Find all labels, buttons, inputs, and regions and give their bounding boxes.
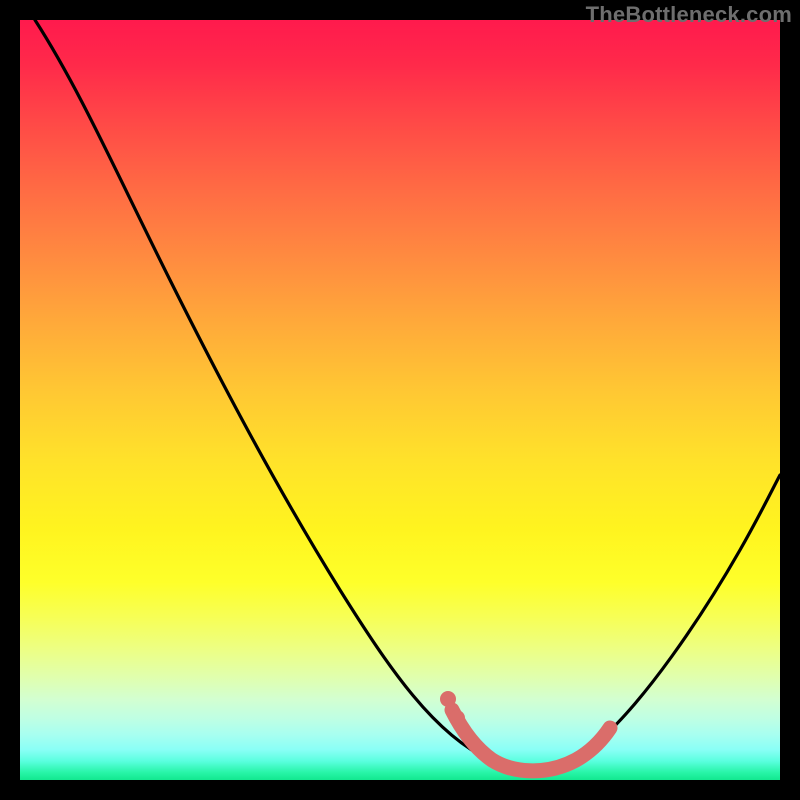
chart-plot-area (20, 20, 780, 780)
highlight-dot-1 (440, 691, 456, 707)
highlight-dot-2 (449, 710, 465, 726)
optimal-range-highlight (452, 710, 610, 771)
bottleneck-curve-path (35, 20, 780, 769)
watermark-text: TheBottleneck.com (586, 2, 792, 28)
chart-svg (20, 20, 780, 780)
